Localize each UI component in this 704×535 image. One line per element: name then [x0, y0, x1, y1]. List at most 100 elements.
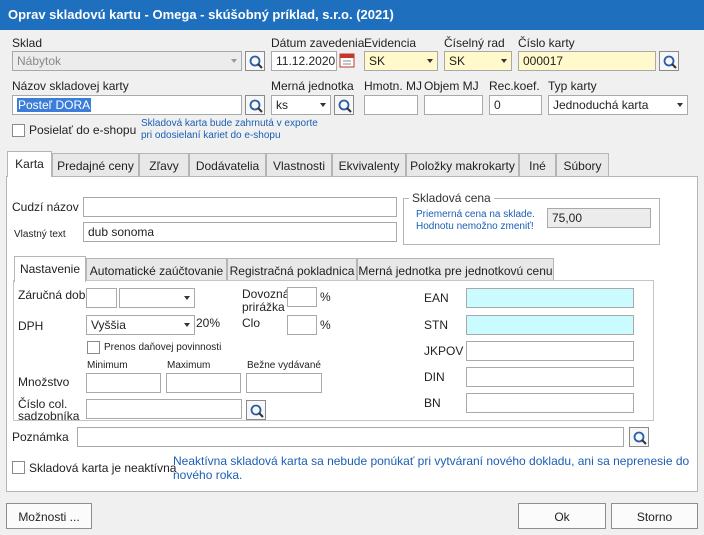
cudzi-nazov-label: Cudzí názov: [12, 200, 79, 214]
subtab-automaticke-zauctovanie[interactable]: Automatické zaúčtovanie: [86, 258, 227, 282]
sklad-label: Sklad: [12, 36, 43, 50]
nazov-label: Názov skladovej karty: [12, 79, 129, 93]
cislo-karty-search-button[interactable]: [659, 51, 679, 71]
sklad-select[interactable]: Nábytok: [12, 51, 242, 71]
cislo-karty-label: Číslo karty: [518, 36, 575, 50]
eshop-checkbox[interactable]: [12, 124, 25, 137]
typ-karty-value: Jednoduchá karta: [553, 98, 649, 112]
nazov-input[interactable]: Posteľ DORA: [12, 95, 242, 115]
ciselny-rad-value: SK: [449, 54, 466, 68]
evidencia-select[interactable]: SK: [364, 51, 438, 71]
chevron-down-icon: [501, 59, 507, 63]
objem-input[interactable]: [424, 95, 483, 115]
rec-koef-input[interactable]: 0: [489, 95, 542, 115]
poznamka-label: Poznámka: [12, 430, 69, 444]
ok-button[interactable]: Ok: [518, 503, 606, 529]
jkpov-input[interactable]: [466, 341, 634, 361]
evidencia-label: Evidencia: [364, 36, 417, 50]
tab-ekvivalenty[interactable]: Ekvivalenty: [332, 153, 406, 177]
neaktivna-label: Skladová karta je neaktívna: [29, 461, 177, 475]
maximum-input[interactable]: [166, 373, 241, 393]
merna-jednotka-label: Merná jednotka: [271, 79, 354, 93]
tab-predajne-ceny[interactable]: Predajné ceny: [52, 153, 139, 177]
chevron-down-icon: [677, 103, 683, 107]
hmotn-input[interactable]: [364, 95, 418, 115]
subtab-merna-jednotka[interactable]: Merná jednotka pre jednotkovú cenu: [357, 258, 554, 282]
dovozna-prirazka-input[interactable]: [287, 287, 317, 307]
nazov-search-button[interactable]: [245, 95, 265, 115]
clo-input[interactable]: [287, 315, 317, 335]
maximum-label: Maximum: [167, 360, 211, 371]
minimum-label: Minimum: [87, 360, 128, 371]
bn-input[interactable]: [466, 393, 634, 413]
eshop-note-1: Skladová karta bude zahrnutá v exporte: [141, 118, 318, 129]
moznosti-button[interactable]: Možnosti ...: [6, 503, 92, 529]
neaktivna-note-1: Neaktívna skladová karta sa nebude ponúk…: [173, 454, 690, 468]
din-label: DIN: [424, 370, 445, 384]
stn-label: STN: [424, 318, 448, 332]
chevron-down-icon: [427, 59, 433, 63]
search-icon: [338, 99, 352, 113]
poznamka-search-button[interactable]: [629, 427, 649, 447]
skladova-cena-value: 75,00: [547, 208, 651, 228]
minimum-input[interactable]: [86, 373, 161, 393]
colny-sadzobnik-input[interactable]: [86, 399, 242, 419]
tab-karta[interactable]: Karta: [7, 151, 52, 177]
prenos-checkbox[interactable]: [87, 341, 100, 354]
evidencia-value: SK: [369, 54, 386, 68]
mnozstvo-label: Množstvo: [18, 375, 70, 389]
chevron-down-icon: [184, 323, 190, 327]
dovozna-pct: %: [320, 290, 331, 304]
storno-button[interactable]: Storno: [611, 503, 698, 529]
poznamka-input[interactable]: [77, 427, 624, 447]
chevron-down-icon: [184, 296, 190, 300]
stn-input[interactable]: [466, 315, 634, 335]
merna-jednotka-search-button[interactable]: [334, 95, 354, 115]
chevron-down-icon: [320, 103, 326, 107]
typ-karty-select[interactable]: Jednoduchá karta: [548, 95, 688, 115]
calendar-icon: [339, 53, 355, 68]
prenos-label: Prenos daňovej povinnosti: [104, 342, 222, 353]
eshop-label: Posielať do e-shopu: [29, 123, 137, 137]
tab-polozky-makrokarty[interactable]: Položky makrokarty: [406, 153, 519, 177]
din-input[interactable]: [466, 367, 634, 387]
ean-input[interactable]: [466, 288, 634, 308]
sklad-value: Nábytok: [17, 54, 62, 68]
chevron-down-icon: [231, 59, 237, 63]
dph-select[interactable]: Vyššia: [86, 315, 195, 335]
cudzi-nazov-input[interactable]: [83, 197, 397, 217]
tab-ine[interactable]: Iné: [519, 153, 556, 177]
tab-zlavy[interactable]: Zľavy: [139, 153, 189, 177]
typ-karty-label: Typ karty: [548, 79, 597, 93]
bezne-vydavane-input[interactable]: [246, 373, 322, 393]
calendar-button[interactable]: [339, 51, 357, 71]
subtab-registracna-pokladnica[interactable]: Registračná pokladnica: [227, 258, 357, 282]
skladova-cena-note-2: Hodnotu nemožno zmeniť!: [416, 221, 534, 232]
window-title: Oprav skladovú kartu - Omega - skúšobný …: [0, 0, 704, 30]
search-icon: [249, 99, 263, 113]
colny-sadzobnik-search-button[interactable]: [246, 400, 266, 420]
search-icon: [249, 55, 263, 69]
search-icon: [663, 55, 677, 69]
zarucna-doba-unit-select[interactable]: [119, 288, 195, 308]
zarucna-doba-input[interactable]: [86, 288, 117, 308]
merna-jednotka-select[interactable]: ks: [271, 95, 331, 115]
skladova-cena-title: Skladová cena: [409, 191, 494, 205]
hmotn-label: Hmotn. MJ: [364, 79, 423, 93]
sklad-search-button[interactable]: [245, 51, 265, 71]
ciselny-rad-select[interactable]: SK: [444, 51, 512, 71]
dph-value: Vyššia: [91, 318, 126, 332]
tab-dodavatelia[interactable]: Dodávatelia: [189, 153, 266, 177]
subtab-nastavenie[interactable]: Nastavenie: [14, 256, 86, 282]
dovozna-label-2: prirážka: [242, 300, 285, 314]
neaktivna-checkbox[interactable]: [12, 461, 25, 474]
tab-vlastnosti[interactable]: Vlastnosti: [266, 153, 332, 177]
bezne-vydavane-label: Bežne vydávané: [247, 360, 321, 371]
vlastny-text-input[interactable]: dub sonoma: [83, 222, 397, 242]
colny-label-2: sadzobníka: [18, 409, 80, 423]
cislo-karty-input[interactable]: 000017: [518, 51, 656, 71]
datum-input[interactable]: 11.12.2020: [271, 51, 337, 71]
zarucna-doba-label: Záručná doba: [18, 288, 93, 302]
dovozna-label-1: Dovozná: [242, 287, 290, 301]
tab-subory[interactable]: Súbory: [556, 153, 609, 177]
